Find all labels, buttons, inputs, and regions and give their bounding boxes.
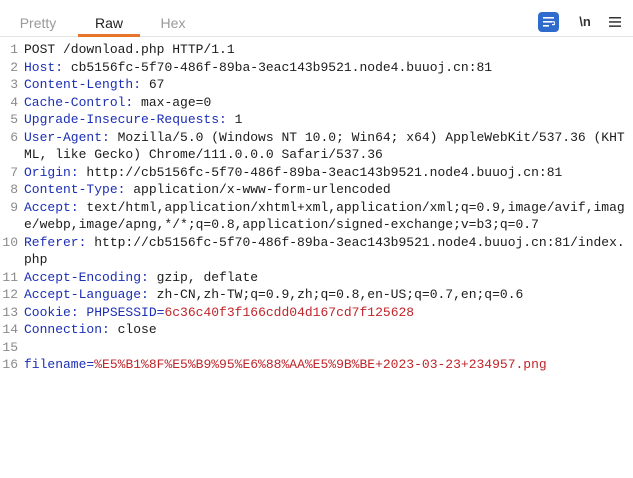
header-name: Accept <box>24 199 71 215</box>
header-name: User-Agent <box>24 129 103 145</box>
header-line-connection: 14 Connection: close <box>0 321 633 339</box>
header-value: gzip, deflate <box>148 269 259 285</box>
blank-line-text <box>24 339 633 357</box>
line-number: 16 <box>2 357 18 372</box>
cookie-value: 6c36c40f3f166cdd04d167cd7f125628 <box>164 304 415 320</box>
line-number: 5 <box>10 112 18 127</box>
header-line-host: 2 Host: cb5156fc-5f70-486f-89ba-3eac143b… <box>0 59 633 77</box>
header-value: close <box>109 322 157 337</box>
line-number: 3 <box>10 77 18 92</box>
header-value: text/html,application/xhtml+xml,applicat… <box>24 199 625 233</box>
message-view-tabbar: Pretty Raw Hex \n <box>0 0 633 37</box>
line-number: 7 <box>10 164 18 180</box>
header-name: Upgrade-Insecure-Requests <box>24 112 220 127</box>
line-number: 4 <box>10 94 18 110</box>
line-number: 14 <box>2 322 18 337</box>
header-value: http://cb5156fc-5f70-486f-89ba-3eac143b9… <box>24 234 625 268</box>
tab-raw[interactable]: Raw <box>78 0 140 37</box>
header-line-upgrade-insecure: 5 Upgrade-Insecure-Requests: 1 <box>0 111 633 129</box>
header-value: http://cb5156fc-5f70-486f-89ba-3eac143b9… <box>78 164 563 180</box>
header-line-content-type: 8 Content-Type: application/x-www-form-u… <box>0 181 633 199</box>
raw-request-editor[interactable]: 1 POST /download.php HTTP/1.1 2 Host: cb… <box>0 41 633 478</box>
tab-pretty[interactable]: Pretty <box>8 0 68 37</box>
request-line-text: POST /download.php HTTP/1.1 <box>24 42 235 57</box>
request-line: 1 POST /download.php HTTP/1.1 <box>0 41 633 59</box>
header-name: Cache-Control <box>24 94 126 110</box>
blank-line: 15 <box>0 339 633 357</box>
header-line-referer: 10 Referer: http://cb5156fc-5f70-486f-89… <box>0 234 633 269</box>
header-line-accept-encoding: 11 Accept-Encoding: gzip, deflate <box>0 269 633 287</box>
header-value: max-age=0 <box>133 94 212 110</box>
header-name: Accept-Encoding <box>24 269 142 285</box>
line-number: 15 <box>2 339 18 355</box>
header-line-origin: 7 Origin: http://cb5156fc-5f70-486f-89ba… <box>0 164 633 182</box>
header-name: Host <box>24 59 56 75</box>
header-value: 1 <box>226 112 243 127</box>
header-name: Accept-Language <box>24 287 142 302</box>
header-line-cache-control: 4 Cache-Control: max-age=0 <box>0 94 633 112</box>
cookie-name: PHPSESSID <box>86 304 157 320</box>
header-name: Cookie <box>24 304 71 320</box>
header-name: Referer <box>24 234 79 250</box>
hamburger-menu-icon[interactable] <box>606 12 624 32</box>
body-param-value: %E5%B1%8F%E5%B9%95%E6%88%AA%E5%9B%BE+202… <box>94 357 547 372</box>
header-name: Content-Type <box>24 182 118 197</box>
line-number: 9 <box>10 199 18 215</box>
header-line-accept-language: 12 Accept-Language: zh-CN,zh-TW;q=0.9,zh… <box>0 286 633 304</box>
header-line-accept: 9 Accept: text/html,application/xhtml+xm… <box>0 199 633 234</box>
line-number: 2 <box>10 59 18 75</box>
body-param-name: filename <box>24 357 87 372</box>
header-value: 67 <box>141 77 165 92</box>
line-number: 10 <box>2 234 18 250</box>
newline-toggle-icon[interactable]: \n <box>575 12 595 32</box>
header-name: Origin <box>24 164 71 180</box>
header-name: Connection <box>24 322 103 337</box>
header-name: Content-Length <box>24 77 134 92</box>
header-line-cookie: 13 Cookie: PHPSESSID=6c36c40f3f166cdd04d… <box>0 304 633 322</box>
body-line: 16 filename=%E5%B1%8F%E5%B9%95%E6%88%AA%… <box>0 356 633 374</box>
line-number: 8 <box>10 182 18 197</box>
header-value: application/x-www-form-urlencoded <box>125 182 391 197</box>
line-number: 11 <box>2 269 18 285</box>
header-line-user-agent: 6 User-Agent: Mozilla/5.0 (Windows NT 10… <box>0 129 633 164</box>
header-value: zh-CN,zh-TW;q=0.9,zh;q=0.8,en-US;q=0.7,e… <box>148 287 524 302</box>
line-number: 12 <box>2 287 18 302</box>
header-value: cb5156fc-5f70-486f-89ba-3eac143b9521.nod… <box>63 59 493 75</box>
line-number: 6 <box>10 129 18 145</box>
line-number: 13 <box>2 304 18 320</box>
tab-hex[interactable]: Hex <box>146 0 200 37</box>
header-value: Mozilla/5.0 (Windows NT 10.0; Win64; x64… <box>24 129 625 163</box>
wrap-text-icon[interactable] <box>538 12 559 32</box>
header-line-content-length: 3 Content-Length: 67 <box>0 76 633 94</box>
line-number: 1 <box>10 42 18 57</box>
